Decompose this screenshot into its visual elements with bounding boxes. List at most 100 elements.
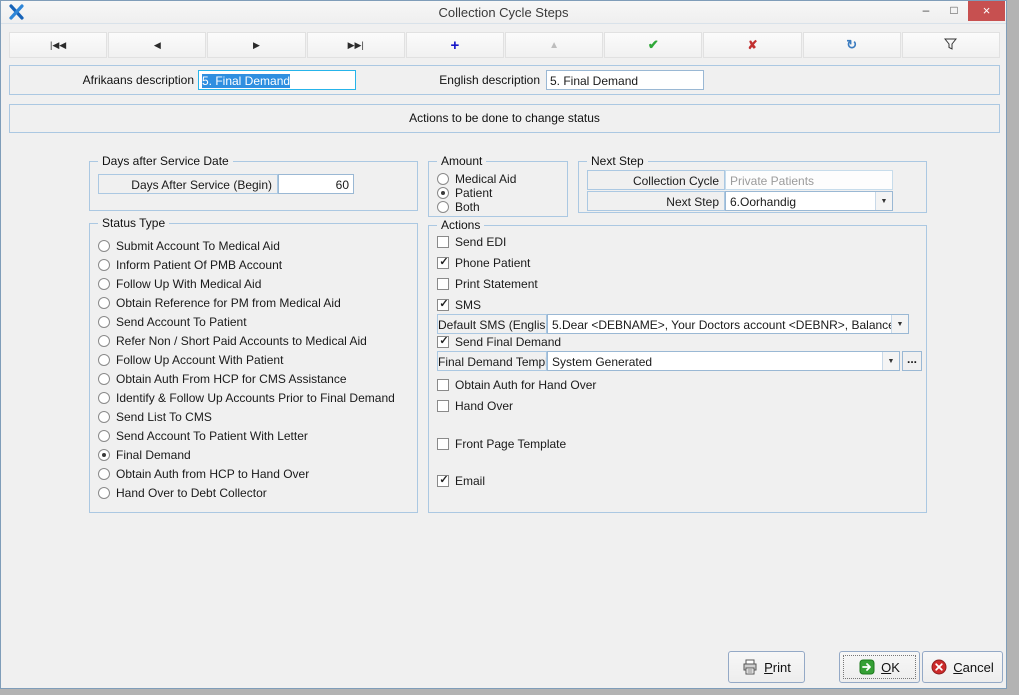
collection-cycle-input: Private Patients [725,170,893,190]
first-record-icon: |◀◀ [50,40,66,51]
groupbox-status-type-legend: Status Type [98,216,169,230]
cancel-record-button[interactable]: ✘ [703,32,801,58]
afrikaans-description-input[interactable]: 5. Final Demand [198,70,356,90]
radio-patient[interactable]: Patient [437,185,492,200]
radio-status-refer-non-short-paid[interactable]: Refer Non / Short Paid Accounts to Medic… [98,333,367,348]
radio-status-send-list-to-cms[interactable]: Send List To CMS [98,409,212,424]
groupbox-next-step-legend: Next Step [587,154,648,168]
refresh-record-button[interactable]: ↻ [803,32,901,58]
radio-status-obtain-auth-from-hcp-cms[interactable]: Obtain Auth From HCP for CMS Assistance [98,371,347,386]
default-sms-label: Default SMS (English) [437,314,547,334]
filter-button[interactable] [902,32,1000,58]
radio-icon [98,240,110,252]
radio-status-hand-over-to-debt-collector[interactable]: Hand Over to Debt Collector [98,485,267,500]
chevron-down-icon[interactable]: ▼ [875,192,892,210]
last-record-button[interactable]: ▶▶| [307,32,405,58]
groupbox-days-after-service: Days after Service Date Days After Servi… [89,161,418,211]
checkbox-hand-over[interactable]: Hand Over [437,398,513,413]
radio-status-identify-follow-up-accounts[interactable]: Identify & Follow Up Accounts Prior to F… [98,390,395,405]
radio-icon [437,187,449,199]
ok-button[interactable]: OK [839,651,920,683]
actions-header: Actions to be done to change status [9,104,1000,133]
maximize-button[interactable]: □ [940,1,968,21]
radio-both[interactable]: Both [437,199,480,214]
checkbox-phone-patient[interactable]: Phone Patient [437,255,530,270]
insert-record-icon: + [451,37,460,54]
title-bar: Collection Cycle Steps – □ × [1,1,1006,24]
minimize-button[interactable]: – [912,1,940,21]
radio-icon [98,430,110,442]
checkbox-email[interactable]: Email [437,473,485,488]
radio-status-final-demand[interactable]: Final Demand [98,447,191,462]
checkbox-icon [437,299,449,311]
radio-medical-aid[interactable]: Medical Aid [437,171,516,186]
checkbox-icon [437,438,449,450]
english-description-label: English description [348,73,540,87]
radio-icon [98,278,110,290]
next-record-icon: ▶ [253,40,260,51]
edit-record-button[interactable]: ▲ [505,32,603,58]
browse-template-button[interactable]: ... [902,351,922,371]
checkbox-send-edi[interactable]: Send EDI [437,234,506,249]
checkbox-icon [437,379,449,391]
radio-icon [98,487,110,499]
checkbox-obtain-auth-for-hand-over[interactable]: Obtain Auth for Hand Over [437,377,596,392]
groupbox-next-step: Next Step Collection Cycle Private Patie… [578,161,927,213]
radio-icon [98,411,110,423]
radio-status-follow-up-with-medical-aid[interactable]: Follow Up With Medical Aid [98,276,261,291]
radio-icon [98,468,110,480]
groupbox-status-type: Status Type Submit Account To Medical Ai… [89,223,418,513]
days-after-service-input[interactable]: 60 [278,174,354,194]
radio-icon [98,354,110,366]
first-record-button[interactable]: |◀◀ [9,32,107,58]
final-demand-template-combobox[interactable]: System Generated ▼ [547,351,900,371]
cancel-record-icon: ✘ [747,38,757,52]
chevron-down-icon[interactable]: ▼ [882,352,899,370]
radio-status-send-account-to-patient[interactable]: Send Account To Patient [98,314,247,329]
radio-status-send-account-to-patient-with-letter[interactable]: Send Account To Patient With Letter [98,428,308,443]
refresh-record-icon: ↻ [846,37,857,53]
next-record-button[interactable]: ▶ [207,32,305,58]
description-panel: Afrikaans description 5. Final Demand En… [9,65,1000,95]
cancel-icon [931,659,947,675]
radio-status-obtain-reference-for-pm[interactable]: Obtain Reference for PM from Medical Aid [98,295,341,310]
radio-status-obtain-auth-from-hcp-hand-over[interactable]: Obtain Auth from HCP to Hand Over [98,466,309,481]
next-step-label: Next Step [587,191,725,211]
edit-record-icon: ▲ [549,40,559,51]
next-step-combobox[interactable]: 6.Oorhandig ▼ [725,191,893,211]
checkbox-sms[interactable]: SMS [437,297,481,312]
dialog-collection-cycle-steps: Collection Cycle Steps – □ × |◀◀ ◀ ▶ ▶▶|… [0,0,1007,689]
checkbox-icon [437,336,449,348]
radio-status-inform-patient-of-pmb-account[interactable]: Inform Patient Of PMB Account [98,257,282,272]
print-button[interactable]: Print [728,651,805,683]
insert-record-button[interactable]: + [406,32,504,58]
cancel-button[interactable]: Cancel [922,651,1003,683]
default-sms-combobox[interactable]: 5.Dear <DEBNAME>, Your Doctors account <… [547,314,909,334]
radio-icon [98,316,110,328]
close-button[interactable]: × [968,1,1005,21]
prior-record-icon: ◀ [154,40,161,51]
record-navigator-toolbar: |◀◀ ◀ ▶ ▶▶| + ▲ ✔ ✘ ↻ [9,32,1000,58]
checkbox-send-final-demand[interactable]: Send Final Demand [437,334,561,349]
groupbox-amount-legend: Amount [437,154,486,168]
radio-icon [98,449,110,461]
radio-icon [437,173,449,185]
checkbox-icon [437,278,449,290]
checkbox-print-statement[interactable]: Print Statement [437,276,538,291]
chevron-down-icon[interactable]: ▼ [891,315,908,333]
checkbox-front-page-template[interactable]: Front Page Template [437,436,566,451]
post-record-button[interactable]: ✔ [604,32,702,58]
radio-icon [98,392,110,404]
radio-icon [98,259,110,271]
radio-icon [437,201,449,213]
radio-icon [98,373,110,385]
prior-record-button[interactable]: ◀ [108,32,206,58]
days-after-service-label: Days After Service (Begin) [98,174,278,194]
radio-status-submit-account-to-medical-aid[interactable]: Submit Account To Medical Aid [98,238,280,253]
radio-status-follow-up-account-with-patient[interactable]: Follow Up Account With Patient [98,352,283,367]
printer-icon [742,659,758,675]
radio-icon [98,297,110,309]
post-record-icon: ✔ [648,37,659,53]
checkbox-icon [437,475,449,487]
english-description-input[interactable]: 5. Final Demand [546,70,704,90]
